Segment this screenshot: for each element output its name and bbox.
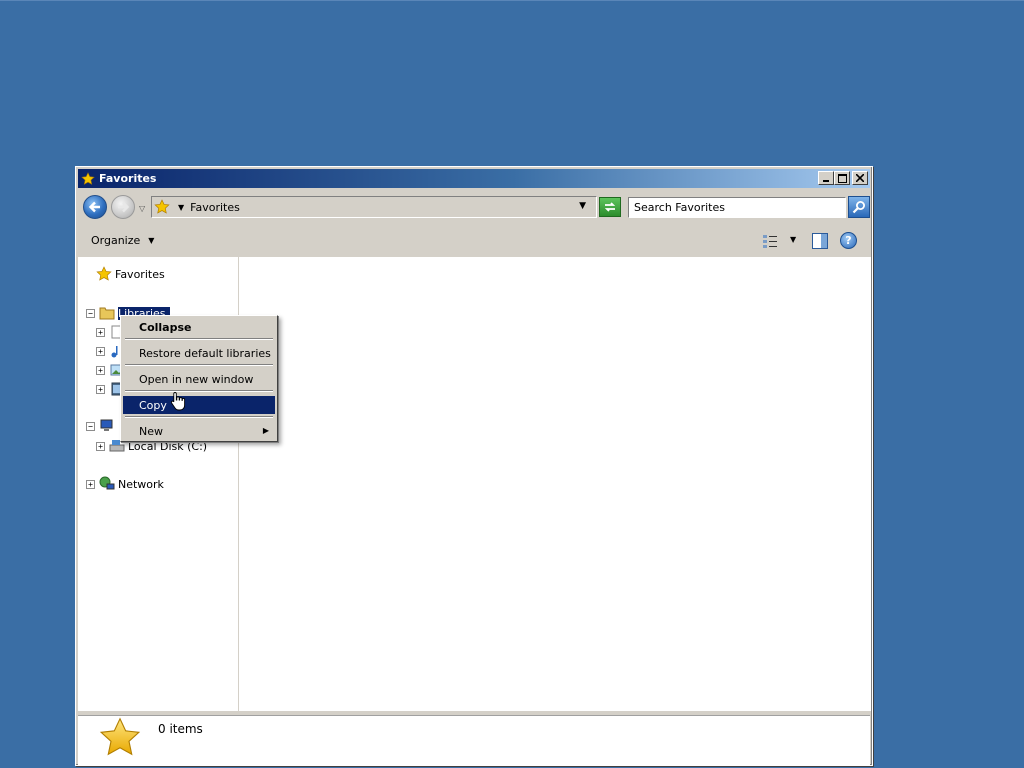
context-menu: Collapse Restore default libraries Open … <box>120 315 278 442</box>
chevron-down-icon: ▼ <box>148 236 155 245</box>
preview-pane-icon[interactable] <box>812 233 828 249</box>
hand-cursor-icon <box>170 391 186 411</box>
star-icon <box>98 716 142 760</box>
forward-arrow-icon <box>118 201 130 213</box>
expand-toggle[interactable]: + <box>96 441 105 451</box>
menu-item-label: Open in new window <box>139 372 254 386</box>
star-icon <box>96 266 112 282</box>
menu-item-new[interactable]: New ▶ <box>123 422 275 440</box>
star-icon <box>154 199 172 215</box>
desktop-topline <box>0 0 1024 1</box>
menu-item-label: New <box>139 424 163 438</box>
close-button[interactable] <box>852 171 868 185</box>
views-icon[interactable] <box>762 233 778 249</box>
menu-item-label: Copy <box>139 398 167 412</box>
nav-item-label: Favorites <box>115 267 165 281</box>
menu-separator <box>125 338 273 340</box>
menu-item-label: Collapse <box>139 320 192 334</box>
nav-item-label: Network <box>118 477 164 491</box>
folder-icon <box>99 305 115 321</box>
organize-button[interactable]: Organize ▼ <box>91 234 154 247</box>
menu-separator <box>125 390 273 392</box>
back-button[interactable] <box>83 195 107 219</box>
search-button[interactable] <box>848 196 870 218</box>
expand-toggle[interactable]: + <box>96 365 105 375</box>
organize-label: Organize <box>91 234 141 247</box>
command-bar: Organize ▼ ▼ ? <box>78 227 870 255</box>
file-list-area[interactable] <box>239 257 871 711</box>
expand-toggle[interactable]: + <box>96 346 105 356</box>
address-bar[interactable]: ▼ Favorites ▼ <box>151 196 597 218</box>
network-icon <box>99 476 115 492</box>
address-dropdown-icon[interactable]: ▼ <box>579 201 586 211</box>
search-input[interactable] <box>628 197 846 218</box>
nav-item-favorites[interactable]: Favorites <box>96 265 165 283</box>
address-row: ▽ ▼ Favorites ▼ <box>78 191 870 223</box>
window-title: Favorites <box>99 172 157 185</box>
computer-icon <box>99 418 115 434</box>
star-icon <box>80 171 96 187</box>
nav-item-network[interactable]: + Network <box>86 475 164 493</box>
details-pane: 0 items <box>78 715 870 765</box>
menu-separator <box>125 416 273 418</box>
title-bar[interactable]: Favorites <box>78 169 870 188</box>
recent-pages-dropdown[interactable]: ▽ <box>139 204 145 213</box>
breadcrumb-location[interactable]: Favorites <box>190 201 240 214</box>
menu-item-restore-default-libraries[interactable]: Restore default libraries <box>123 344 275 362</box>
refresh-icon <box>604 202 616 212</box>
menu-item-collapse[interactable]: Collapse <box>123 318 275 336</box>
menu-item-copy[interactable]: Copy <box>123 396 275 414</box>
minimize-button[interactable] <box>818 171 834 185</box>
breadcrumb-chevron-icon[interactable]: ▼ <box>178 203 184 212</box>
items-count: 0 items <box>158 722 203 736</box>
collapse-toggle[interactable]: − <box>86 308 95 318</box>
expand-toggle[interactable]: + <box>96 384 105 394</box>
window-controls <box>818 171 868 185</box>
nav-item-computer[interactable]: − <box>86 417 118 435</box>
expand-toggle[interactable]: + <box>86 479 95 489</box>
menu-item-open-in-new-window[interactable]: Open in new window <box>123 370 275 388</box>
submenu-arrow-icon: ▶ <box>262 426 269 435</box>
search-icon <box>852 201 865 214</box>
forward-button[interactable] <box>111 195 135 219</box>
views-dropdown-icon[interactable]: ▼ <box>790 235 796 244</box>
menu-item-label: Restore default libraries <box>139 346 271 360</box>
collapse-toggle[interactable]: − <box>86 421 95 431</box>
refresh-button[interactable] <box>599 197 621 217</box>
back-arrow-icon <box>88 201 100 213</box>
expand-toggle[interactable]: + <box>96 327 105 337</box>
maximize-button[interactable] <box>834 171 850 185</box>
menu-separator <box>125 364 273 366</box>
help-icon[interactable]: ? <box>840 232 857 249</box>
explorer-window: Favorites ▽ ▼ Favorites ▼ Search Favorit… <box>75 166 873 766</box>
